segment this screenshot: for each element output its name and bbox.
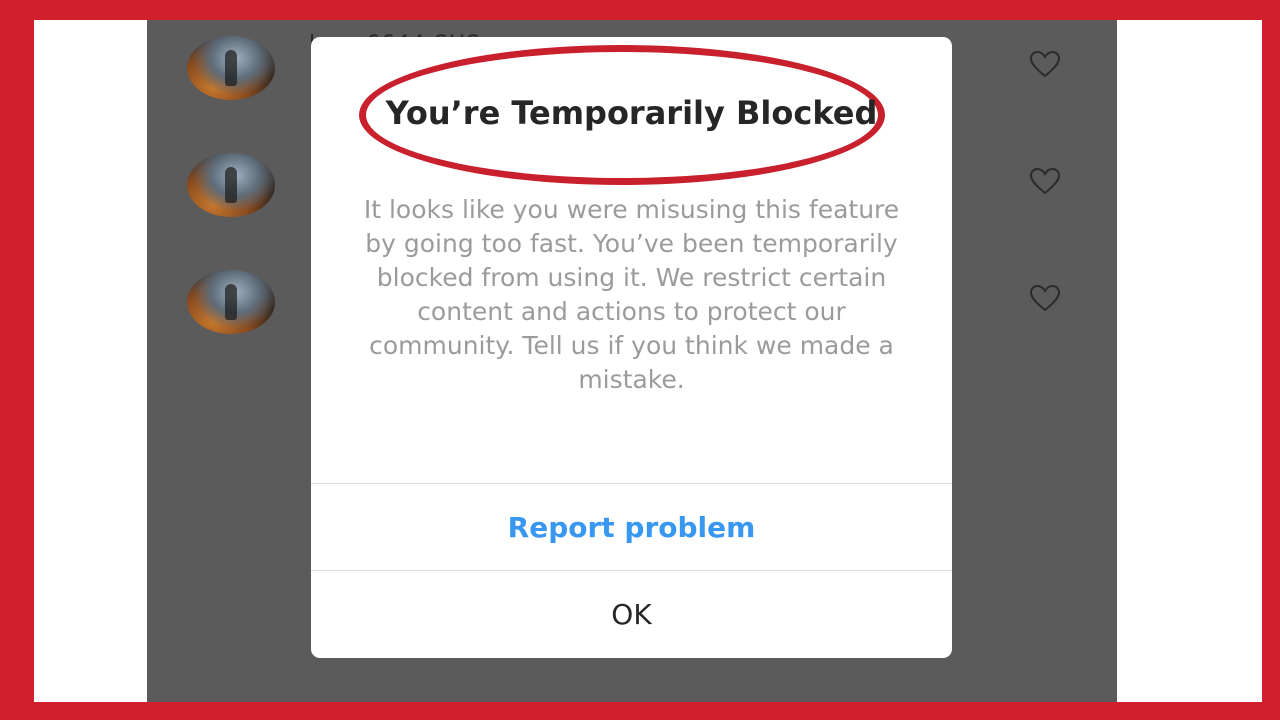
thumbnail-frame: kyug6644.SUS You’re Temporarily Blocked …	[0, 0, 1280, 720]
blocked-dialog: You’re Temporarily Blocked It looks like…	[311, 37, 952, 658]
avatar[interactable]	[187, 270, 275, 334]
avatar[interactable]	[187, 153, 275, 217]
dialog-message: It looks like you were misusing this fea…	[363, 195, 900, 394]
ok-button[interactable]: OK	[311, 571, 952, 657]
heart-icon[interactable]	[1029, 50, 1061, 78]
avatar[interactable]	[187, 36, 275, 100]
heart-icon[interactable]	[1029, 167, 1061, 195]
heart-icon[interactable]	[1029, 284, 1061, 312]
report-problem-button[interactable]: Report problem	[311, 484, 952, 570]
dialog-title: You’re Temporarily Blocked	[385, 94, 878, 132]
